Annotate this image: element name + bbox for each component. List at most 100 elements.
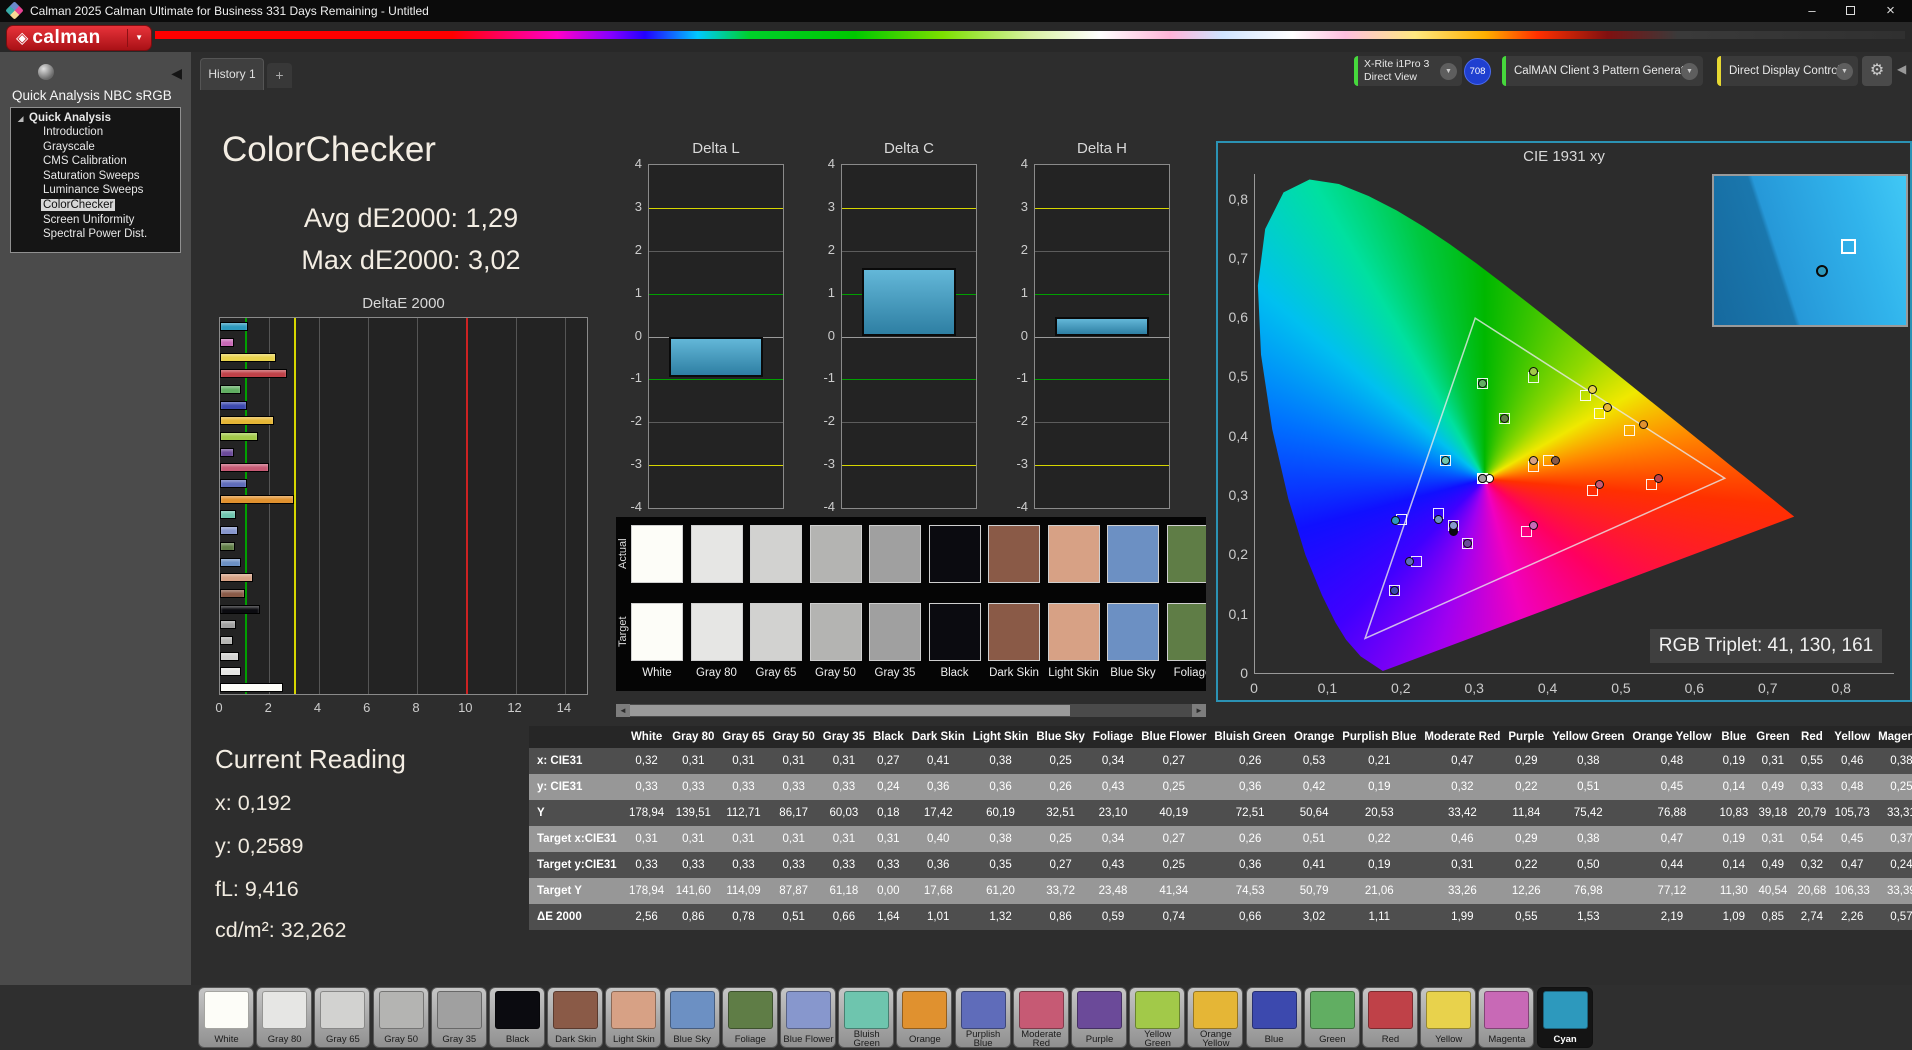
patch-button-blue[interactable]: Blue xyxy=(1245,987,1302,1048)
sidebar-item-cms-calibration[interactable]: CMS Calibration xyxy=(11,154,180,169)
scrollbar-thumb[interactable] xyxy=(630,705,1070,716)
patch-button-moderate-red[interactable]: Moderate Red xyxy=(1012,987,1069,1049)
table-cell: 10,83 xyxy=(1715,800,1753,826)
add-tab-button[interactable]: + xyxy=(267,63,292,88)
calman-menu-button[interactable]: ◈ calman ▼ xyxy=(6,25,152,51)
cie-axis-tick-label: 0,6 xyxy=(1684,680,1705,696)
chevron-down-icon[interactable]: ▼ xyxy=(1681,63,1698,80)
patch-button-yellow-green[interactable]: Yellow Green xyxy=(1129,987,1186,1048)
scroll-right-icon[interactable]: ► xyxy=(1192,704,1206,717)
deltae-bar xyxy=(220,431,258,441)
actual-swatch xyxy=(750,525,802,583)
meter-dropdown[interactable]: X-Rite i1Pro 3 Direct View ▼ xyxy=(1354,56,1462,86)
sidebar-item-luminance-sweeps[interactable]: Luminance Sweeps xyxy=(11,183,180,198)
chevron-down-icon[interactable]: ▼ xyxy=(1836,63,1853,80)
patch-button-gray-80[interactable]: Gray 80 xyxy=(256,987,313,1048)
patch-button-yellow[interactable]: Yellow xyxy=(1420,987,1477,1048)
patch-button-white[interactable]: White xyxy=(198,987,254,1048)
patch-button-light-skin[interactable]: Light Skin xyxy=(605,987,662,1048)
deltae-yellow-threshold-line xyxy=(293,318,296,694)
sidebar-item-grayscale[interactable]: Grayscale xyxy=(11,140,180,155)
display-control-dropdown[interactable]: Direct Display Control ▼ xyxy=(1717,56,1858,86)
sidebar-item-saturation-sweeps[interactable]: Saturation Sweeps xyxy=(11,169,180,184)
patch-button-dark-skin[interactable]: Dark Skin xyxy=(547,987,604,1048)
patch-button-gray-65[interactable]: Gray 65 xyxy=(314,987,371,1048)
patch-button-magenta[interactable]: Magenta xyxy=(1478,987,1535,1048)
patch-button-orange-yellow[interactable]: Orange Yellow xyxy=(1187,987,1244,1048)
table-cell: 0,51 xyxy=(1289,826,1339,852)
patch-button-purple[interactable]: Purple xyxy=(1071,987,1127,1048)
close-button[interactable]: × xyxy=(1869,0,1912,22)
delta-gridline xyxy=(1035,293,1169,295)
table-cell: 0,33 xyxy=(1793,774,1831,800)
patch-button-orange[interactable]: Orange xyxy=(896,987,953,1048)
calman-logo-text: calman xyxy=(32,27,101,48)
patch-button-blue-flower[interactable]: Blue Flower xyxy=(780,987,836,1048)
sidebar-item-spectral-power-dist-[interactable]: Spectral Power Dist. xyxy=(11,227,180,242)
delta-gridline xyxy=(842,422,976,424)
patch-label: Moderate Red xyxy=(1021,1029,1062,1049)
minimize-button[interactable]: – xyxy=(1793,0,1831,22)
sidebar-item-screen-uniformity[interactable]: Screen Uniformity xyxy=(11,213,180,228)
table-cell: 0,24 xyxy=(1874,852,1912,878)
delta-gridline xyxy=(1035,250,1169,252)
cie-axis-tick-label: 0 xyxy=(1240,665,1248,681)
patch-button-gray-35[interactable]: Gray 35 xyxy=(430,987,487,1048)
scroll-left-icon[interactable]: ◄ xyxy=(616,704,630,717)
table-cell: 0,31 xyxy=(768,826,819,852)
table-cell: 0,38 xyxy=(968,748,1033,774)
patch-button-bluish-green[interactable]: Bluish Green xyxy=(838,987,895,1048)
actual-swatch xyxy=(988,525,1040,583)
delta-l-chart-title: Delta L xyxy=(692,140,740,157)
patch-button-gray-50[interactable]: Gray 50 xyxy=(372,987,429,1048)
swatch-column: Light Skin xyxy=(1047,517,1100,691)
collapse-right-panel-icon[interactable]: ◀ xyxy=(1897,62,1906,76)
inset-target-point xyxy=(1840,238,1856,254)
tree-root-item[interactable]: ◢ Quick Analysis xyxy=(11,108,180,125)
patch-button-purplish-blue[interactable]: Purplish Blue xyxy=(954,987,1011,1048)
title-bar[interactable]: Calman 2025 Calman Ultimate for Business… xyxy=(0,0,1912,22)
deltae-axis-tick-label: 14 xyxy=(556,700,572,715)
patch-color-swatch xyxy=(553,991,599,1029)
table-cell: 0,38 xyxy=(1548,748,1629,774)
cie-axis-tick-label: 0,4 xyxy=(1537,680,1558,696)
workflow-tree[interactable]: ◢ Quick Analysis Introduction Grayscale CM… xyxy=(10,107,181,253)
chevron-down-icon[interactable]: ▼ xyxy=(1440,63,1457,80)
swatch-scrollbar[interactable]: ◄ ► xyxy=(616,704,1206,717)
patch-button-blue-sky[interactable]: Blue Sky xyxy=(663,987,720,1048)
sphere-icon[interactable] xyxy=(38,64,54,80)
meter-count-badge[interactable]: 708 xyxy=(1464,58,1491,85)
patch-button-red[interactable]: Red xyxy=(1362,987,1418,1048)
sidebar-item-colorchecker[interactable]: ColorChecker xyxy=(11,198,180,213)
table-cell: 0,51 xyxy=(768,904,819,930)
patch-color-swatch xyxy=(1426,991,1472,1029)
collapse-sidebar-icon[interactable]: ◀ xyxy=(171,65,182,82)
spectrum-strip xyxy=(155,31,1905,39)
table-cell: 76,98 xyxy=(1548,878,1629,904)
sidebar-item-introduction[interactable]: Introduction xyxy=(11,125,180,140)
pattern-source-dropdown[interactable]: CalMAN Client 3 Pattern Generator ▼ xyxy=(1502,56,1703,86)
patch-button-cyan[interactable]: Cyan xyxy=(1536,987,1593,1048)
patch-button-black[interactable]: Black xyxy=(489,987,545,1048)
tree-expander-icon[interactable]: ◢ xyxy=(18,115,23,123)
patch-color-swatch xyxy=(960,991,1006,1029)
patch-button-green[interactable]: Green xyxy=(1303,987,1360,1048)
settings-gear-button[interactable]: ⚙ xyxy=(1862,56,1892,86)
maximize-button[interactable] xyxy=(1831,0,1869,22)
table-cell: 0,31 xyxy=(625,826,669,852)
deltae-axis-tick-label: 6 xyxy=(363,700,371,715)
patch-button-foliage[interactable]: Foliage xyxy=(721,987,778,1048)
swatch-column: White xyxy=(631,517,683,691)
deltae-gridline xyxy=(318,318,320,694)
table-cell: 0,33 xyxy=(625,852,669,878)
tab-history-1[interactable]: History 1 xyxy=(200,58,264,90)
table-cell: 0,86 xyxy=(1032,904,1089,930)
table-cell: 0,43 xyxy=(1088,852,1138,878)
deltae-bar xyxy=(220,604,261,614)
meter-label: X-Rite i1Pro 3 Direct View xyxy=(1364,58,1429,84)
cie-axis-tick-label: 0,8 xyxy=(1831,680,1851,696)
delta-bar xyxy=(1055,317,1149,337)
table-cell: 0,49 xyxy=(1752,774,1794,800)
table-cell: 0,19 xyxy=(1715,748,1753,774)
actual-swatch xyxy=(1166,525,1206,583)
